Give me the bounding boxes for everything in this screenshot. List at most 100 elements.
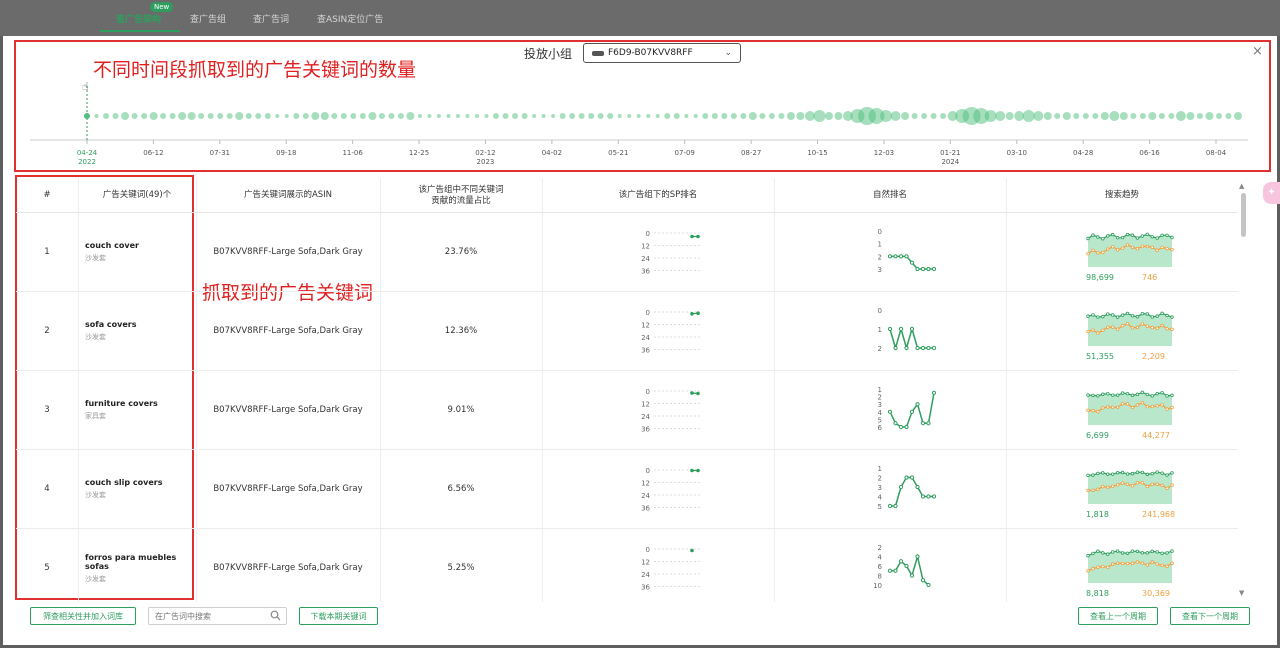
timeline-bubble[interactable] (627, 114, 632, 118)
timeline-bubble[interactable] (1148, 112, 1157, 120)
keyword-cell[interactable]: forros para muebles sofas 沙发套 (78, 529, 196, 602)
timeline-bubble[interactable] (1175, 111, 1186, 121)
timeline-bubble[interactable] (1234, 112, 1242, 120)
keyword-text[interactable]: sofa covers (85, 320, 137, 329)
timeline-bubble[interactable] (427, 114, 432, 118)
timeline-bubble[interactable] (1158, 113, 1165, 119)
keyword-cell[interactable]: couch slip covers 沙发套 (78, 450, 196, 528)
timeline-bubble[interactable] (995, 111, 1006, 121)
timeline-bubble[interactable] (1186, 112, 1195, 120)
timeline-bubble[interactable] (1100, 112, 1109, 120)
timeline-bubble[interactable] (455, 114, 460, 118)
timeline-bubble[interactable] (930, 113, 937, 119)
timeline-bubble[interactable] (121, 112, 130, 120)
timeline-bubble[interactable] (940, 113, 947, 119)
timeline-bubble[interactable] (664, 113, 671, 119)
timeline-bubble[interactable] (217, 113, 224, 119)
group-select[interactable]: F6D9-B07KVV8RFF ⌄ (583, 43, 741, 63)
timeline-bubble[interactable] (235, 112, 244, 120)
timeline-bubble[interactable] (368, 112, 377, 120)
timeline-bubble[interactable] (532, 114, 537, 118)
timeline-bubble[interactable] (84, 113, 90, 119)
timeline-bubble[interactable] (103, 113, 110, 119)
timeline-bubble[interactable] (541, 114, 546, 118)
timeline-bubble[interactable] (1054, 113, 1061, 119)
timeline-bubble[interactable] (597, 113, 604, 119)
timeline-bubble[interactable] (786, 112, 795, 120)
keyword-search-input[interactable] (148, 607, 287, 625)
timeline-bubble[interactable] (198, 113, 205, 119)
timeline-bubble[interactable] (813, 110, 826, 122)
timeline-bubble[interactable] (178, 112, 187, 120)
timeline-bubble[interactable] (890, 111, 901, 121)
timeline-bubble[interactable] (112, 113, 119, 119)
timeline-bubble[interactable] (94, 114, 99, 118)
timeline-bubble[interactable] (824, 112, 833, 120)
timeline-bubble[interactable] (607, 113, 614, 119)
search-icon[interactable] (270, 610, 281, 621)
timeline-bubble[interactable] (141, 113, 148, 119)
timeline-bubble[interactable] (493, 113, 500, 119)
keyword-cell[interactable]: furniture covers 家具套 (78, 371, 196, 449)
timeline-bubble[interactable] (160, 113, 167, 119)
timeline-bubble[interactable] (255, 113, 262, 119)
timeline-bubble[interactable] (521, 113, 528, 119)
tab-ad-keyword[interactable]: 查广告词 (253, 12, 289, 25)
timeline-bubble[interactable] (484, 114, 489, 118)
timeline-bubble[interactable] (1109, 111, 1120, 121)
timeline-bubble[interactable] (131, 113, 138, 119)
timeline-bubble[interactable] (684, 114, 689, 118)
timeline-bubble[interactable] (512, 113, 519, 119)
timeline-bubble[interactable] (226, 113, 233, 119)
timeline-bubble[interactable] (655, 114, 660, 118)
timeline-bubble[interactable] (207, 113, 214, 119)
timeline-bubble[interactable] (730, 113, 737, 119)
timeline-bubble[interactable] (1062, 112, 1071, 120)
keyword-text[interactable]: forros para muebles sofas (85, 553, 196, 571)
timeline-bubble[interactable] (1005, 112, 1014, 120)
timeline-bubble[interactable] (1092, 113, 1099, 119)
timeline-bubble[interactable] (569, 113, 576, 119)
timeline-bubble[interactable] (406, 112, 415, 120)
timeline-bubble[interactable] (588, 113, 595, 119)
timeline-bubble[interactable] (1215, 113, 1222, 119)
timeline-bubble[interactable] (436, 114, 441, 118)
scrollbar-thumb[interactable] (1241, 193, 1246, 237)
timeline-bubble[interactable] (502, 113, 509, 119)
timeline-bubble[interactable] (378, 113, 385, 119)
timeline-bubble[interactable] (693, 114, 698, 118)
timeline-bubble[interactable] (578, 113, 585, 119)
timeline-bubble[interactable] (284, 114, 289, 118)
timeline-bubble[interactable] (984, 110, 997, 122)
timeline-bubble[interactable] (275, 114, 280, 118)
timeline-bubble[interactable] (1130, 113, 1137, 119)
close-icon[interactable]: × (1252, 44, 1263, 59)
timeline-bubble[interactable] (311, 112, 320, 120)
download-keywords-button[interactable]: 下载本期关键词 (299, 607, 378, 625)
timeline-bubble[interactable] (320, 112, 329, 120)
timeline-bubble[interactable] (475, 114, 480, 118)
prev-period-button[interactable]: 查看上一个周期 (1078, 607, 1158, 625)
timeline-bubble[interactable] (465, 114, 470, 118)
timeline-bubble[interactable] (804, 111, 815, 121)
filter-add-button[interactable]: 筛查相关性并加入词库 (30, 607, 136, 625)
timeline-bubble[interactable] (293, 113, 300, 119)
timeline-bubble[interactable] (187, 112, 196, 120)
timeline-bubble[interactable] (340, 113, 347, 119)
timeline-bubble[interactable] (551, 114, 556, 118)
scroll-up-arrow[interactable]: ▲ (1239, 182, 1244, 190)
timeline-bubble[interactable] (559, 113, 566, 119)
timeline-bubble[interactable] (921, 113, 928, 119)
scroll-down-arrow[interactable]: ▼ (1239, 589, 1244, 597)
timeline-bubble[interactable] (1043, 112, 1052, 120)
timeline-bubble[interactable] (901, 112, 910, 120)
timeline-bubble[interactable] (1022, 110, 1035, 122)
timeline-bubble[interactable] (759, 113, 766, 119)
timeline-bubble[interactable] (834, 112, 843, 120)
timeline-bubble[interactable] (397, 113, 404, 119)
timeline-bubble[interactable] (796, 112, 805, 120)
timeline-bubble[interactable] (1033, 111, 1044, 121)
timeline-bubble[interactable] (702, 113, 709, 119)
timeline-bubble[interactable] (1205, 112, 1214, 120)
timeline-bubble[interactable] (1014, 111, 1025, 121)
